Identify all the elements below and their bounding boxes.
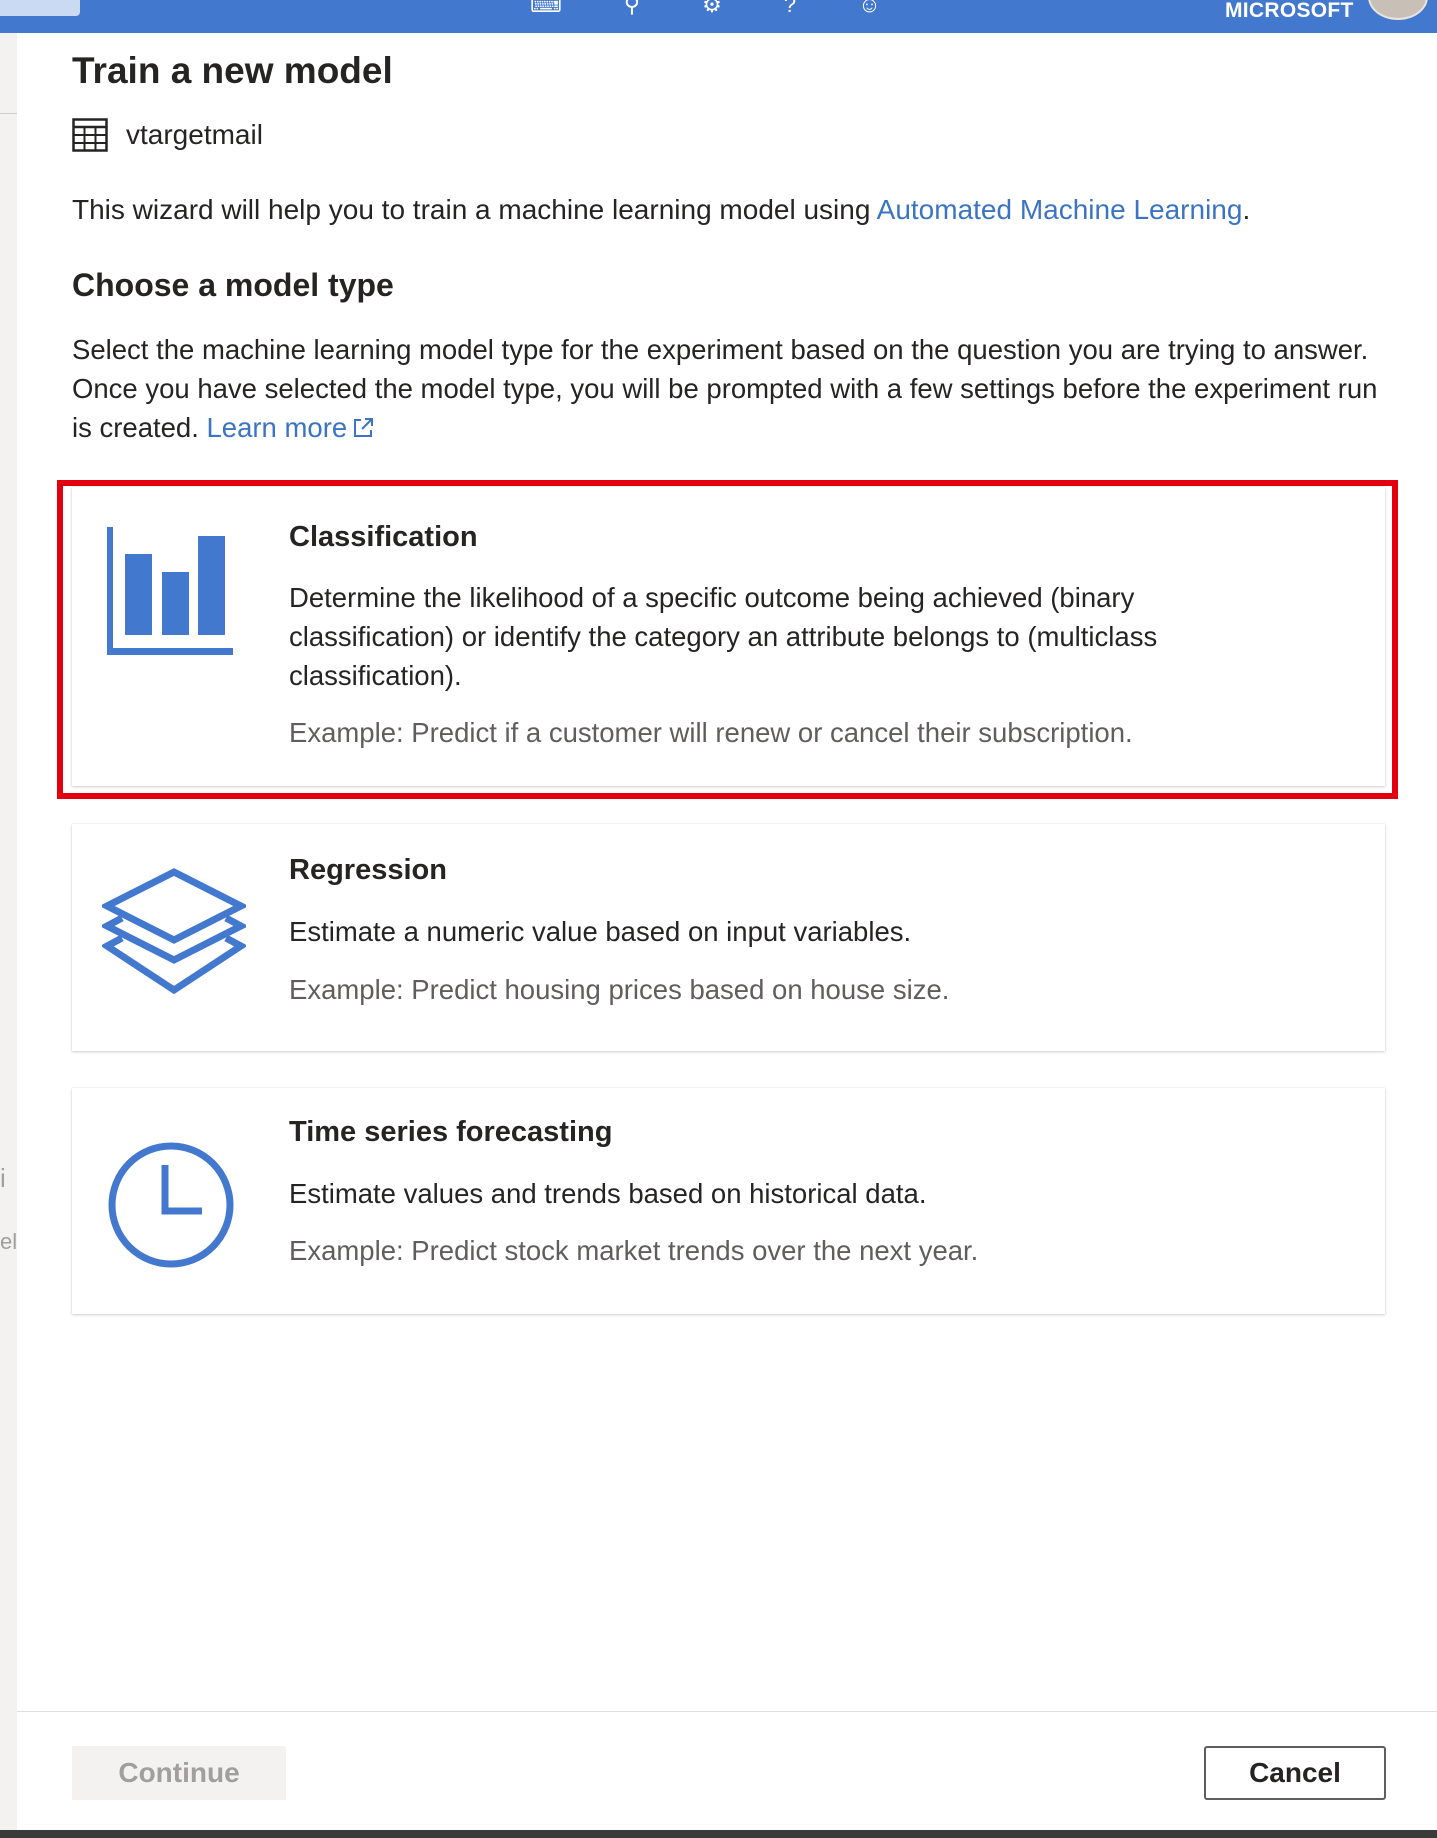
intro-text-end: . <box>1242 194 1251 225</box>
card-title: Regression <box>289 854 447 886</box>
model-card-classification[interactable]: Classification Determine the likelihood … <box>72 487 1385 786</box>
background-text: el <box>0 1229 17 1254</box>
card-example: Example: Predict housing prices based on… <box>289 974 950 1005</box>
continue-button[interactable]: Continue <box>72 1746 286 1800</box>
intro-text: This wizard will help you to train a mac… <box>72 190 1402 230</box>
card-example: Example: Predict if a customer will rene… <box>289 717 1133 748</box>
automated-ml-link[interactable]: Automated Machine Learning <box>877 194 1243 225</box>
top-bar: ⌨ ⚲ ⚙ ? ☺ MICROSOFT <box>0 0 1437 33</box>
page-title: Train a new model <box>72 50 393 91</box>
clock-icon <box>108 1142 234 1268</box>
train-model-panel: Train a new model vtargetmail This wizar… <box>17 33 1437 1838</box>
model-card-time-series[interactable]: Time series forecasting Estimate values … <box>72 1088 1385 1314</box>
avatar[interactable] <box>1368 0 1428 20</box>
active-tab-stub[interactable] <box>0 0 80 16</box>
card-title: Classification <box>289 521 478 553</box>
external-link-icon <box>354 418 374 437</box>
card-title: Time series forecasting <box>289 1116 613 1148</box>
card-example: Example: Predict stock market trends ove… <box>289 1235 979 1266</box>
learn-more-label: Learn more <box>206 412 348 443</box>
table-icon <box>72 118 108 152</box>
bar-chart-icon <box>107 527 233 655</box>
background-page: i el <box>0 33 18 1838</box>
dataset-row: vtargetmail <box>72 115 263 155</box>
model-card-regression[interactable]: Regression Estimate a numeric value base… <box>72 824 1385 1051</box>
section-description: Select the machine learning model type f… <box>72 330 1402 447</box>
learn-more-link[interactable]: Learn more <box>207 412 376 443</box>
background-text: i <box>0 1163 6 1193</box>
card-description: Estimate values and trends based on hist… <box>289 1178 927 1209</box>
cancel-button[interactable]: Cancel <box>1204 1746 1386 1800</box>
layers-icon <box>102 868 246 994</box>
toolbar-icons[interactable]: ⌨ ⚲ ⚙ ? ☺ <box>530 0 909 18</box>
dataset-name: vtargetmail <box>126 119 263 150</box>
card-description: Estimate a numeric value based on input … <box>289 916 912 947</box>
intro-text-body: This wizard will help you to train a mac… <box>72 194 877 225</box>
section-title: Choose a model type <box>72 267 394 303</box>
divider <box>0 113 17 114</box>
card-description: Determine the likelihood of a specific o… <box>289 582 1158 691</box>
org-name: MICROSOFT <box>1225 0 1354 22</box>
footer-divider <box>17 1711 1437 1712</box>
window-bottom-edge <box>0 1830 1437 1838</box>
